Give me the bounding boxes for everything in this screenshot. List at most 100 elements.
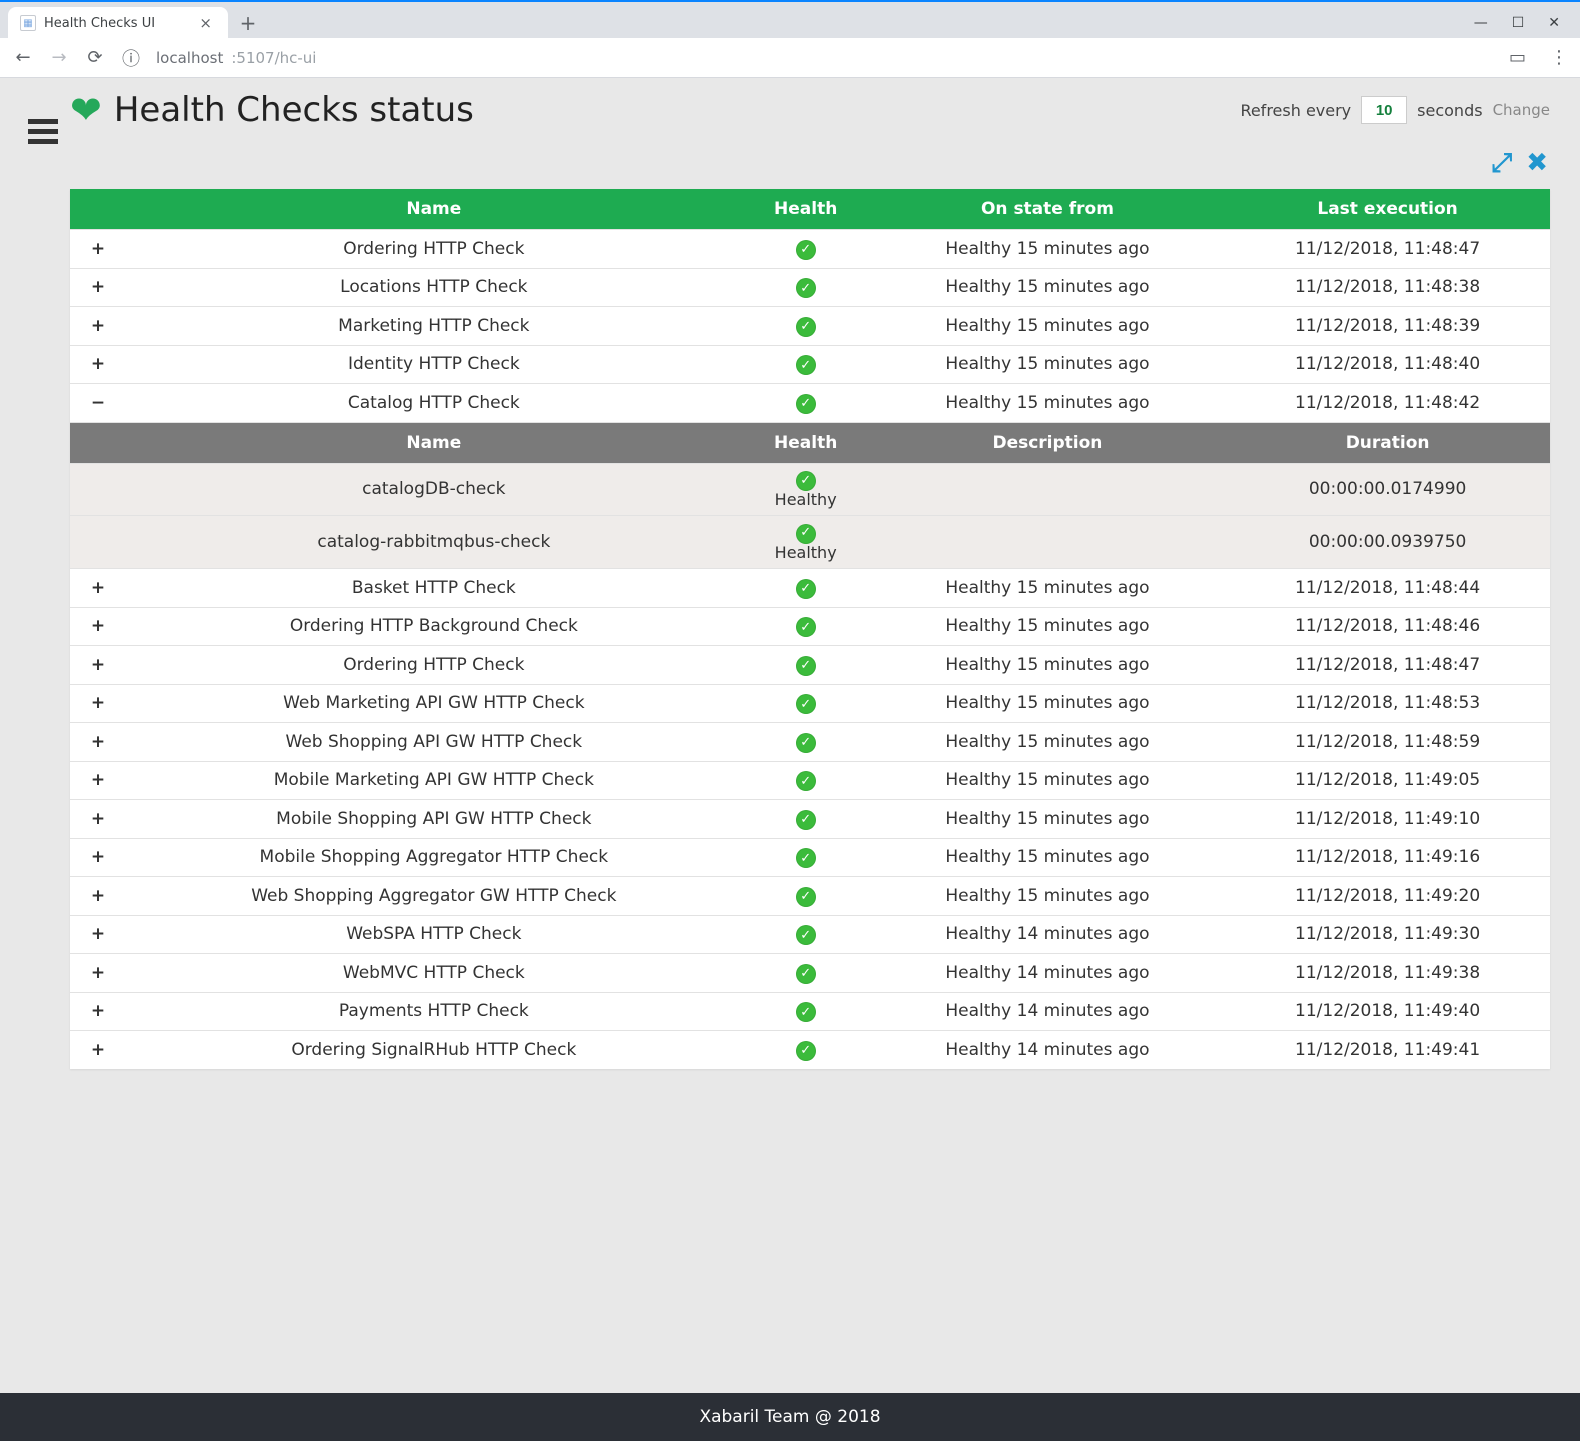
sub-cell-duration: 00:00:00.0939750 [1225,516,1550,569]
cell-state: Healthy 15 minutes ago [870,646,1226,685]
cell-state: Healthy 14 minutes ago [870,915,1226,954]
cell-name: Mobile Marketing API GW HTTP Check [126,761,742,800]
expand-row-button[interactable]: + [70,684,126,723]
tab-title: Health Checks UI [44,16,155,31]
cell-last: 11/12/2018, 11:48:47 [1225,646,1550,685]
cell-name: Identity HTTP Check [126,345,742,384]
cell-last: 11/12/2018, 11:48:44 [1225,569,1550,608]
favicon-icon: ▦ [20,15,36,31]
table-row: +Payments HTTP Check✓Healthy 14 minutes … [70,992,1550,1031]
page: ❤ Health Checks status Refresh every sec… [0,78,1580,1393]
expand-icon[interactable]: ⤢ [1491,148,1512,179]
expand-row-button[interactable]: + [70,569,126,608]
cell-name: Ordering HTTP Check [126,230,742,269]
expand-row-button[interactable]: + [70,954,126,993]
browser-tab[interactable]: ▦ Health Checks UI × [8,7,228,39]
healthy-check-icon: ✓ [796,240,816,260]
healthy-check-icon: ✓ [796,694,816,714]
table-row: +WebSPA HTTP Check✓Healthy 14 minutes ag… [70,915,1550,954]
expand-row-button[interactable]: + [70,1031,126,1069]
refresh-controls: Refresh every seconds Change [1240,96,1550,124]
healthy-check-icon: ✓ [796,317,816,337]
expand-row-button[interactable]: + [70,761,126,800]
cell-last: 11/12/2018, 11:49:40 [1225,992,1550,1031]
cell-health: ✓ [742,268,870,307]
expand-row-button[interactable]: + [70,307,126,346]
healthy-label: Healthy [775,490,837,509]
expand-row-button[interactable]: + [70,723,126,762]
cell-health: ✓ [742,230,870,269]
cell-health: ✓ [742,800,870,839]
healthy-check-icon: ✓ [796,617,816,637]
cell-health: ✓ [742,954,870,993]
expand-row-button[interactable]: + [70,877,126,916]
refresh-interval-input[interactable] [1361,96,1407,124]
col-health: Health [742,189,870,230]
cell-health: ✓ [742,761,870,800]
hamburger-menu[interactable] [0,78,70,1393]
table-row: +Ordering HTTP Background Check✓Healthy … [70,607,1550,646]
col-expander [70,189,126,230]
cell-health: ✓ [742,1031,870,1069]
expand-row-button[interactable]: + [70,646,126,685]
sub-col-duration: Duration [1225,422,1550,463]
sub-col-name: Name [126,422,742,463]
heart-icon: ❤ [70,91,102,129]
sub-row: catalogDB-check✓Healthy00:00:00.0174990 [70,463,1550,516]
table-row: +Mobile Shopping Aggregator HTTP Check✓H… [70,838,1550,877]
cell-last: 11/12/2018, 11:49:16 [1225,838,1550,877]
expand-row-button[interactable]: + [70,607,126,646]
profile-icon[interactable]: ▭ [1509,47,1526,68]
table-row: −Catalog HTTP Check✓Healthy 15 minutes a… [70,384,1550,423]
col-name: Name [126,189,742,230]
cell-state: Healthy 15 minutes ago [870,838,1226,877]
panel-controls: ⤢ ✖ [70,144,1550,189]
sub-cell-health: ✓Healthy [742,463,870,516]
expand-row-button[interactable]: + [70,800,126,839]
expand-row-button[interactable]: + [70,992,126,1031]
cell-last: 11/12/2018, 11:48:46 [1225,607,1550,646]
address-bar: ← → ⟳ ⓘ localhost:5107/hc-ui ▭ ⋮ [0,38,1580,78]
healthy-check-icon: ✓ [796,355,816,375]
cell-last: 11/12/2018, 11:49:38 [1225,954,1550,993]
back-icon[interactable]: ← [12,47,34,68]
sub-header-row: NameHealthDescriptionDuration [70,422,1550,463]
cell-health: ✓ [742,307,870,346]
cell-name: Marketing HTTP Check [126,307,742,346]
cell-state: Healthy 14 minutes ago [870,954,1226,993]
close-window-icon[interactable]: ✕ [1548,15,1560,31]
table-row: +Identity HTTP Check✓Healthy 15 minutes … [70,345,1550,384]
sub-cell-duration: 00:00:00.0174990 [1225,463,1550,516]
close-panel-icon[interactable]: ✖ [1526,148,1548,179]
cell-health: ✓ [742,877,870,916]
cell-health: ✓ [742,569,870,608]
cell-state: Healthy 15 minutes ago [870,569,1226,608]
table-row: +Web Marketing API GW HTTP Check✓Healthy… [70,684,1550,723]
info-icon[interactable]: ⓘ [120,45,142,71]
maximize-icon[interactable]: ☐ [1512,15,1525,31]
forward-icon[interactable]: → [48,47,70,68]
sub-spacer [70,516,126,569]
cell-last: 11/12/2018, 11:49:05 [1225,761,1550,800]
cell-health: ✓ [742,384,870,423]
table-row: +Ordering HTTP Check✓Healthy 15 minutes … [70,230,1550,269]
url-field[interactable]: localhost:5107/hc-ui [156,49,1485,67]
healthy-check-icon: ✓ [796,810,816,830]
expand-row-button[interactable]: + [70,345,126,384]
expand-row-button[interactable]: − [70,384,126,423]
kebab-menu-icon[interactable]: ⋮ [1550,47,1568,68]
expand-row-button[interactable]: + [70,838,126,877]
cell-name: Ordering SignalRHub HTTP Check [126,1031,742,1069]
cell-last: 11/12/2018, 11:48:42 [1225,384,1550,423]
cell-last: 11/12/2018, 11:49:20 [1225,877,1550,916]
expand-row-button[interactable]: + [70,230,126,269]
cell-health: ✓ [742,915,870,954]
expand-row-button[interactable]: + [70,915,126,954]
close-tab-icon[interactable]: × [195,14,216,32]
reload-icon[interactable]: ⟳ [84,47,106,68]
minimize-icon[interactable]: — [1474,15,1488,31]
expand-row-button[interactable]: + [70,268,126,307]
refresh-label: Refresh every [1240,101,1351,120]
new-tab-button[interactable]: + [234,9,262,37]
change-button[interactable]: Change [1493,101,1550,119]
